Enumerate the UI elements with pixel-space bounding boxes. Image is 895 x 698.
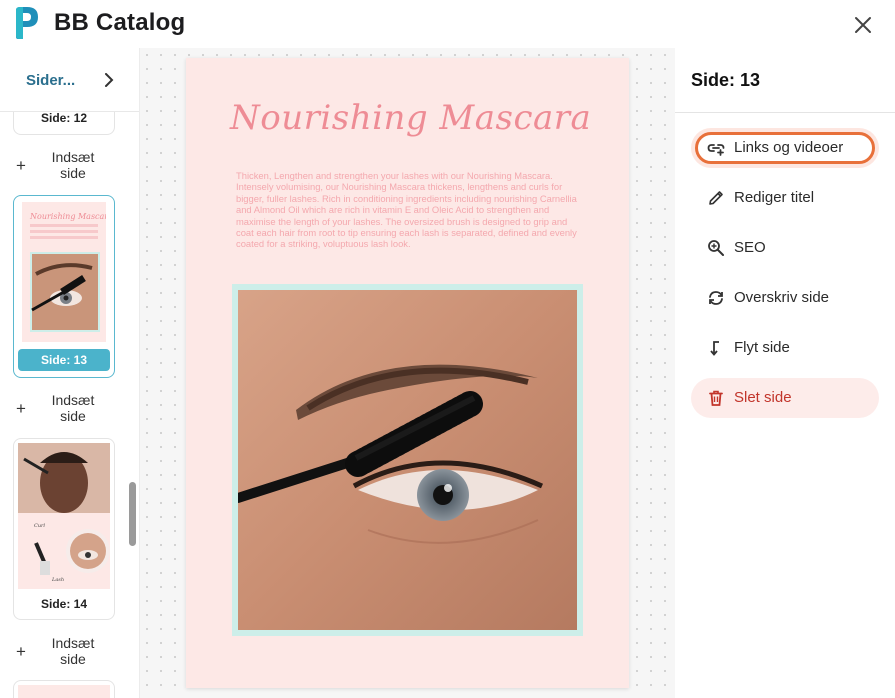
pages-sidebar: Sider... Side: 12 + Indsæt side Nourishi… <box>0 48 140 698</box>
page-thumbnail-13[interactable]: Nourishing Mascara Side: 13 <box>13 195 115 378</box>
panel-title: Side: 13 <box>691 70 761 90</box>
links-and-videos-button[interactable]: Links og videoer <box>691 128 879 168</box>
page-thumbnail-label: Side: 14 <box>40 597 88 611</box>
delete-page-button[interactable]: Slet side <box>691 378 879 418</box>
page-thumbnail-14[interactable]: Curl Lash Side: 14 <box>13 438 115 620</box>
seo-button[interactable]: SEO <box>691 228 879 268</box>
page-thumbnail-image <box>18 685 110 698</box>
pencil-icon <box>709 191 723 205</box>
page-thumbnail-15[interactable] <box>13 680 115 698</box>
plus-icon: + <box>16 156 26 175</box>
app-logo-icon <box>16 7 38 39</box>
page-canvas: Nourishing Mascara Thicken, Lengthen and… <box>140 48 675 698</box>
page-photo-frame <box>232 284 583 636</box>
page-thumbnail-label: Side: 12 <box>40 111 88 125</box>
move-arrow-icon <box>710 341 719 356</box>
edit-title-button[interactable]: Rediger titel <box>691 178 879 218</box>
refresh-icon <box>709 291 723 305</box>
insert-page-button[interactable]: + Indsæt side <box>14 635 134 669</box>
plus-icon: + <box>16 399 26 418</box>
menu-item-label: Links og videoer <box>734 139 844 156</box>
close-icon <box>855 17 871 33</box>
app-window: BB Catalog Sider... Side: 12 + Indsæt si… <box>0 0 895 698</box>
page-thumbnail-image: Curl Lash <box>18 443 110 589</box>
sidebar-expand-button[interactable] <box>100 70 118 90</box>
move-page-button[interactable]: Flyt side <box>691 328 879 368</box>
trash-icon <box>709 390 723 406</box>
menu-item-label: Rediger titel <box>734 189 815 206</box>
close-button[interactable] <box>850 12 876 38</box>
catalog-page[interactable]: Nourishing Mascara Thicken, Lengthen and… <box>186 58 629 688</box>
panel-divider <box>675 112 895 113</box>
page-thumbnail-label: Side: 13 <box>18 349 110 371</box>
insert-page-button[interactable]: + Indsæt side <box>14 149 134 183</box>
mascara-eye-image <box>238 290 577 630</box>
insert-page-label: Indsæt side <box>51 392 95 424</box>
menu-item-label: Overskriv side <box>734 289 830 306</box>
page-body-text: Thicken, Lengthen and strengthen your la… <box>236 170 577 250</box>
insert-page-label: Indsæt side <box>51 635 95 667</box>
insert-page-label: Indsæt side <box>51 149 95 181</box>
page-heading: Nourishing Mascara <box>230 98 592 138</box>
overwrite-page-button[interactable]: Overskriv side <box>691 278 879 318</box>
sidebar-header: Sider... <box>0 48 139 112</box>
svg-text:Curl: Curl <box>34 523 45 529</box>
app-title: BB Catalog <box>54 9 186 36</box>
magnifier-icon <box>708 240 724 256</box>
sidebar-title[interactable]: Sider... <box>26 72 75 89</box>
link-add-icon <box>707 144 725 156</box>
svg-text:Nourishing Mascara: Nourishing Mascara <box>29 212 106 221</box>
plus-icon: + <box>16 642 26 661</box>
header: BB Catalog <box>0 0 895 48</box>
sidebar-scrollbar[interactable] <box>129 482 136 546</box>
menu-item-label: SEO <box>734 239 766 256</box>
page-options-panel: Side: 13 Links og videoer Rediger titel <box>675 48 895 698</box>
menu-item-label: Slet side <box>734 389 792 406</box>
chevron-right-icon <box>105 73 114 87</box>
svg-text:Lash: Lash <box>51 577 64 583</box>
menu-item-label: Flyt side <box>734 339 790 356</box>
insert-page-button[interactable]: + Indsæt side <box>14 392 134 426</box>
page-thumbnail-image: Nourishing Mascara <box>22 202 106 342</box>
mascara-eye-photo <box>238 290 577 630</box>
